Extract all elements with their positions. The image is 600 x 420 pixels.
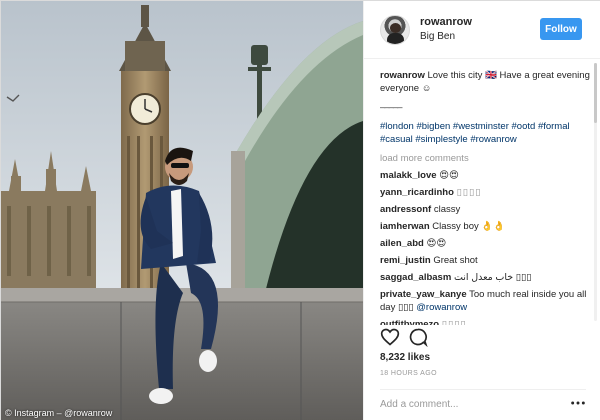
heart-icon[interactable] [380, 327, 400, 347]
comment-text: Classy boy 👌👌 [432, 221, 506, 232]
comment-username[interactable]: outfitbymezo [380, 319, 439, 325]
comment-mention[interactable]: @rowanrow [416, 302, 467, 313]
add-comment-bar [380, 389, 586, 415]
instagram-post: © Instagram – @rowanrow rowanrow Big Ben… [0, 0, 600, 420]
hashtag[interactable]: #london [380, 121, 414, 132]
comment-username[interactable]: private_yaw_kanye [380, 289, 467, 300]
comment-username[interactable]: iamherwan [380, 221, 430, 232]
photo-scene [1, 1, 363, 420]
comment-row: remi_justin Great shot [380, 254, 592, 267]
comment-username[interactable]: malakk_love [380, 170, 437, 181]
post-username[interactable]: rowanrow [420, 16, 472, 28]
post-side-panel: rowanrow Big Ben Follow rowanrow Love th… [363, 1, 600, 420]
action-bar [380, 327, 586, 347]
hashtag[interactable]: #ootd [512, 121, 536, 132]
hashtag[interactable]: #bigben [416, 121, 450, 132]
comment-text: Great shot [433, 255, 478, 266]
comment-row: andressonf classy [380, 203, 592, 216]
caption: rowanrow Love this city 🇬🇧 Have a great … [380, 69, 592, 110]
post-header: rowanrow Big Ben Follow [364, 1, 600, 59]
post-location[interactable]: Big Ben [420, 31, 455, 42]
add-comment-input[interactable] [380, 396, 550, 412]
comment-text: ▯▯▯▯ [441, 319, 467, 325]
likes-count[interactable]: 8,232 likes [380, 352, 430, 363]
comment-icon[interactable] [408, 327, 428, 347]
avatar[interactable] [380, 15, 410, 45]
comment-username[interactable]: andressonf [380, 204, 431, 215]
hashtag[interactable]: #formal [538, 121, 570, 132]
stone-wall [1, 288, 363, 420]
follow-button[interactable]: Follow [540, 18, 582, 40]
hashtag[interactable]: #westminster [453, 121, 509, 132]
hashtag[interactable]: #casual [380, 134, 413, 145]
caption-username[interactable]: rowanrow [380, 70, 425, 81]
caption-divider: _____ [380, 98, 402, 109]
comment-username[interactable]: remi_justin [380, 255, 431, 266]
comment-row: outfitbymezo ▯▯▯▯ [380, 318, 592, 325]
comments-scrollbar-thumb[interactable] [594, 63, 597, 123]
comment-text: ▯▯▯▯ [456, 187, 482, 198]
post-photo[interactable]: © Instagram – @rowanrow [1, 1, 363, 420]
comments-section[interactable]: rowanrow Love this city 🇬🇧 Have a great … [380, 63, 592, 325]
comment-row: malakk_love 😍😍 [380, 169, 592, 182]
comment-username[interactable]: saggad_albasm [380, 272, 451, 283]
photo-credit: © Instagram – @rowanrow [5, 408, 113, 418]
comment-text: classy [433, 204, 461, 215]
comment-row: saggad_albasm خاب معدل انت ▯▯▯ [380, 271, 592, 284]
comment-username[interactable]: ailen_abd [380, 238, 424, 249]
hashtag[interactable]: #rowanrow [470, 134, 516, 145]
comment-text: 😍😍 [426, 238, 447, 249]
comment-username[interactable]: yann_ricardinho [380, 187, 454, 198]
comment-row: iamherwan Classy boy 👌👌 [380, 220, 592, 233]
post-timestamp: 18 HOURS AGO [380, 370, 437, 377]
caption-hashtags: #london #bigben #westminster #ootd #form… [380, 120, 592, 146]
hashtag[interactable]: #simplestyle [415, 134, 467, 145]
comment-text: خاب معدل انت ▯▯▯ [453, 272, 532, 283]
comment-row: ailen_abd 😍😍 [380, 237, 592, 250]
load-more-comments-link[interactable]: load more comments [380, 152, 592, 165]
comment-row: private_yaw_kanye Too much real inside y… [380, 288, 592, 314]
comment-text: 😍😍 [439, 170, 459, 181]
more-options-icon[interactable] [570, 396, 586, 410]
comment-row: yann_ricardinho ▯▯▯▯ [380, 186, 592, 199]
